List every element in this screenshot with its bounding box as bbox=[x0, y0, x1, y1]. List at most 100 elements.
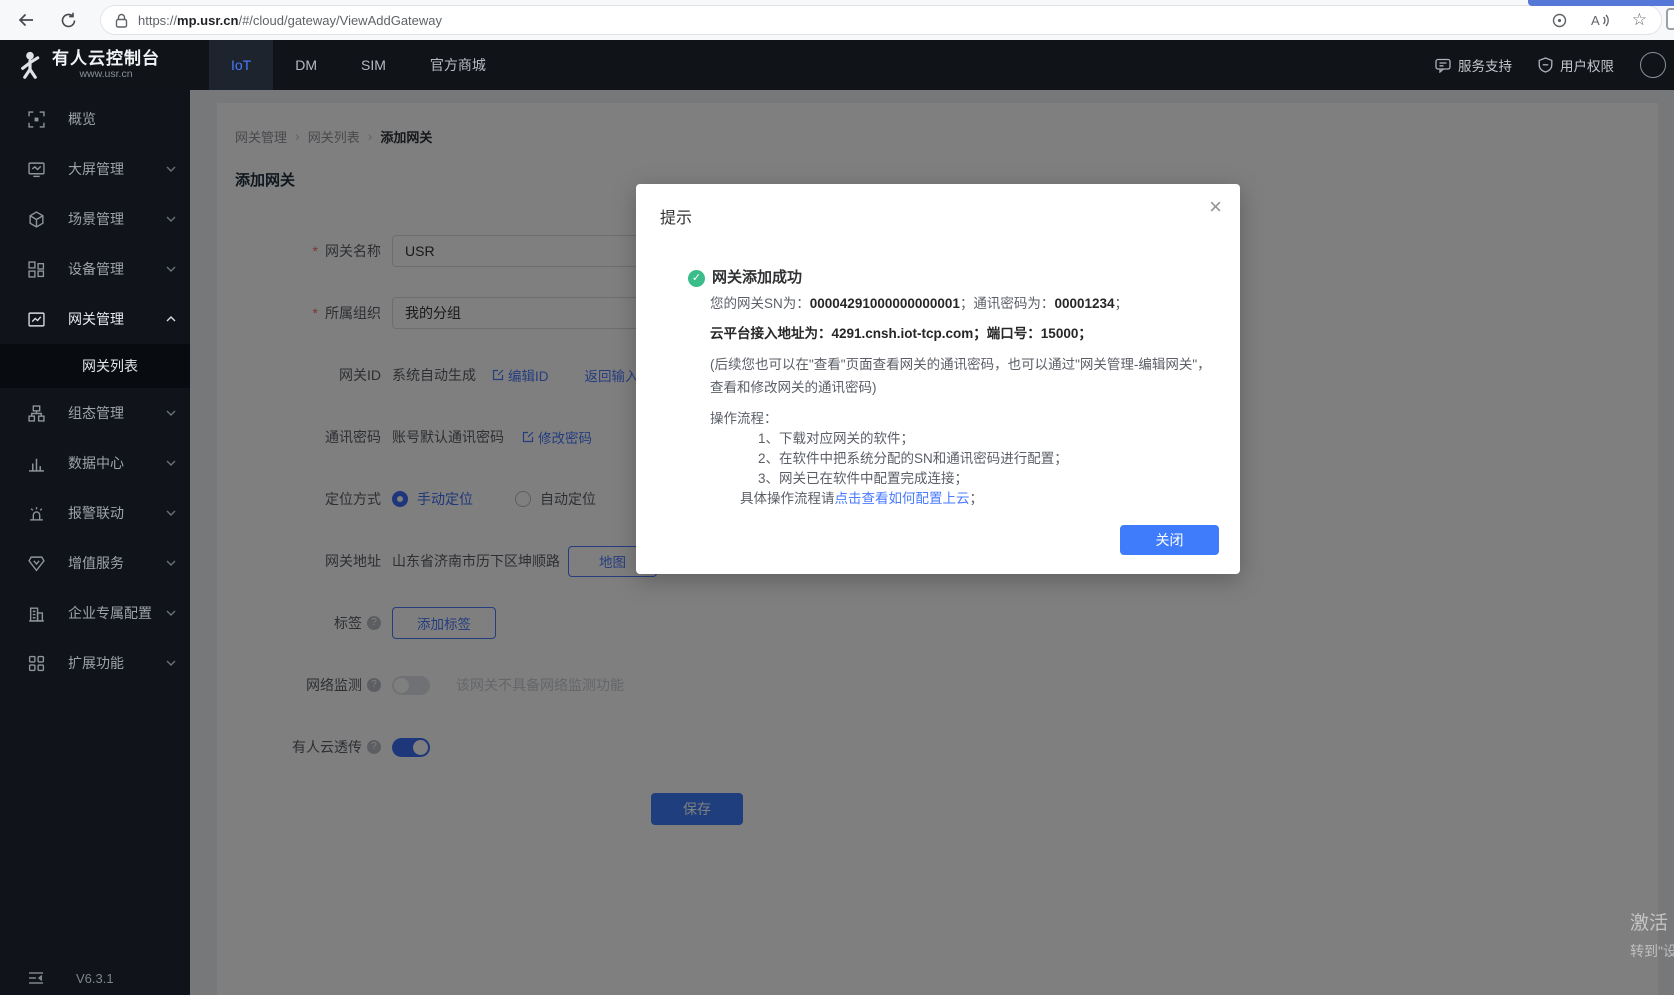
sidebar-item-label: 网关管理 bbox=[68, 311, 124, 327]
apps-grid-icon bbox=[28, 655, 45, 671]
chevron-up-icon bbox=[166, 316, 176, 322]
sidebar-item-label: 组态管理 bbox=[68, 405, 124, 421]
success-title: 网关添加成功 bbox=[712, 269, 803, 286]
sidebar-item-label: 概览 bbox=[68, 111, 96, 127]
chevron-down-icon bbox=[166, 610, 176, 616]
service-support-label: 服务支持 bbox=[1458, 59, 1512, 74]
topology-icon bbox=[28, 404, 45, 422]
scene-cube-icon bbox=[29, 210, 44, 228]
service-support-button[interactable]: 服务支持 bbox=[1435, 55, 1512, 75]
sidebar-item-device-mgmt[interactable]: 设备管理 bbox=[0, 244, 190, 294]
shield-icon bbox=[1538, 57, 1553, 73]
sidebar-item-value-services[interactable]: 增值服务 bbox=[0, 538, 190, 588]
sidebar-item-gateway-mgmt[interactable]: 网关管理 bbox=[0, 294, 190, 344]
chat-icon bbox=[1435, 58, 1451, 73]
comm-password-value: 00001234 bbox=[1054, 296, 1115, 311]
tab-sim[interactable]: SIM bbox=[339, 40, 408, 90]
sidebar-item-screen-mgmt[interactable]: 大屏管理 bbox=[0, 144, 190, 194]
read-aloud-icon[interactable]: A bbox=[1590, 12, 1610, 29]
flow-step: 3、网关已在软件中配置完成连接； bbox=[758, 471, 969, 486]
sidebar-item-enterprise-config[interactable]: 企业专属配置 bbox=[0, 588, 190, 638]
brand-logo: 有人云控制台 www.usr.cn bbox=[0, 40, 190, 90]
chevron-down-icon bbox=[166, 510, 176, 516]
sidebar: 概览 大屏管理 场景管理 设备管理 网关管理 网关列表 组态管理 数据中心 报警… bbox=[0, 90, 190, 995]
brand-subtitle: www.usr.cn bbox=[79, 68, 133, 80]
flow-steps: 1、下载对应网关的软件； 2、在软件中把系统分配的SN和通讯密码进行配置； 3、… bbox=[758, 429, 1214, 489]
sidebar-item-label: 大屏管理 bbox=[68, 161, 124, 177]
close-button[interactable]: 关闭 bbox=[1120, 525, 1219, 555]
app-version: V6.3.1 bbox=[76, 970, 114, 986]
platform-host-value: 4291.cnsh.iot-tcp.com bbox=[831, 326, 974, 341]
address-bar[interactable]: https://mp.usr.cn/#/cloud/gateway/ViewAd… bbox=[100, 5, 1662, 35]
dialog-title: 提示 bbox=[660, 210, 693, 227]
tab-mall[interactable]: 官方商城 bbox=[408, 40, 508, 90]
gateway-chart-icon bbox=[28, 311, 45, 327]
gateway-sn-value: 00004291000000000001 bbox=[809, 296, 960, 311]
building-icon bbox=[29, 606, 44, 622]
browser-partial-icon bbox=[1666, 8, 1674, 30]
sidebar-item-overview[interactable]: 概览 bbox=[0, 94, 190, 144]
brand-title: 有人云控制台 bbox=[52, 49, 160, 68]
browser-toolbar: https://mp.usr.cn/#/cloud/gateway/ViewAd… bbox=[0, 0, 1674, 40]
sidebar-item-data-center[interactable]: 数据中心 bbox=[0, 438, 190, 488]
avatar[interactable] bbox=[1640, 52, 1666, 78]
flow-title: 操作流程： bbox=[710, 411, 778, 426]
chevron-down-icon bbox=[166, 166, 176, 172]
overview-icon bbox=[28, 110, 45, 128]
chevron-down-icon bbox=[166, 410, 176, 416]
header-nav: IoT DM SIM 官方商城 bbox=[209, 40, 508, 90]
location-icon[interactable] bbox=[1551, 12, 1568, 29]
screen-icon bbox=[28, 161, 45, 177]
refresh-icon bbox=[61, 12, 75, 27]
config-guide-link[interactable]: 点击查看如何配置上云 bbox=[835, 491, 970, 506]
app-header: 有人云控制台 www.usr.cn IoT DM SIM 官方商城 服务支持 用… bbox=[0, 40, 1674, 90]
sidebar-subitem-label: 网关列表 bbox=[82, 358, 138, 374]
sidebar-item-gateway-list[interactable]: 网关列表 bbox=[0, 344, 190, 388]
chevron-down-icon bbox=[166, 660, 176, 666]
back-button[interactable] bbox=[12, 6, 40, 34]
user-permissions-button[interactable]: 用户权限 bbox=[1538, 55, 1614, 75]
success-check-icon bbox=[688, 269, 705, 287]
watermark-line1: 激活 bbox=[1630, 913, 1669, 934]
chevron-down-icon bbox=[166, 560, 176, 566]
config-guide-line: 具体操作流程请点击查看如何配置上云； bbox=[740, 491, 983, 506]
bar-chart-icon bbox=[29, 458, 44, 472]
tab-iot[interactable]: IoT bbox=[209, 40, 274, 90]
user-permissions-label: 用户权限 bbox=[1560, 59, 1614, 74]
close-icon[interactable] bbox=[1209, 196, 1222, 218]
device-grid-icon bbox=[28, 260, 45, 278]
flow-step: 1、下载对应网关的软件； bbox=[758, 431, 915, 446]
sn-line: 您的网关SN为：00004291000000000001；通讯密码为：00001… bbox=[710, 296, 1129, 311]
lock-icon bbox=[115, 13, 128, 28]
sidebar-item-label: 企业专属配置 bbox=[68, 605, 152, 621]
sidebar-item-label: 增值服务 bbox=[68, 555, 124, 571]
refresh-button[interactable] bbox=[54, 6, 82, 34]
gem-shield-icon bbox=[28, 555, 45, 572]
sidebar-item-label: 设备管理 bbox=[68, 261, 124, 277]
sidebar-item-label: 数据中心 bbox=[68, 455, 124, 471]
platform-port-value: 15000 bbox=[1040, 326, 1079, 341]
back-arrow-icon bbox=[18, 13, 33, 27]
tip-dialog: 提示 网关添加成功 您的网关SN为：00004291000000000001；通… bbox=[636, 184, 1240, 574]
sidebar-item-scene-mgmt[interactable]: 场景管理 bbox=[0, 194, 190, 244]
browser-tab-indicator bbox=[1528, 0, 1674, 6]
alarm-icon bbox=[30, 506, 43, 521]
collapse-sidebar-icon[interactable] bbox=[28, 971, 44, 985]
sidebar-item-label: 场景管理 bbox=[68, 211, 124, 227]
chevron-down-icon bbox=[166, 460, 176, 466]
sidebar-item-extensions[interactable]: 扩展功能 bbox=[0, 638, 190, 688]
chevron-down-icon bbox=[166, 216, 176, 222]
sidebar-item-config-mgmt[interactable]: 组态管理 bbox=[0, 388, 190, 438]
flow-step: 2、在软件中把系统分配的SN和通讯密码进行配置； bbox=[758, 451, 1068, 466]
tab-dm[interactable]: DM bbox=[273, 40, 339, 90]
watermark-line2: 转到"设 bbox=[1630, 943, 1674, 959]
chevron-down-icon bbox=[166, 266, 176, 272]
page-url: https://mp.usr.cn/#/cloud/gateway/ViewAd… bbox=[138, 12, 443, 28]
sidebar-item-alarm-linkage[interactable]: 报警联动 bbox=[0, 488, 190, 538]
windows-activation-watermark: 激活 转到"设 bbox=[1630, 908, 1674, 961]
dialog-note: (后续您也可以在"查看"页面查看网关的通讯密码，也可以通过"网关管理-编辑网关"… bbox=[710, 357, 1211, 395]
favorite-star-icon[interactable] bbox=[1632, 10, 1647, 30]
platform-address-line: 云平台接入地址为：4291.cnsh.iot-tcp.com；端口号：15000… bbox=[710, 326, 1092, 341]
sidebar-item-label: 报警联动 bbox=[68, 505, 124, 521]
sidebar-item-label: 扩展功能 bbox=[68, 655, 124, 671]
